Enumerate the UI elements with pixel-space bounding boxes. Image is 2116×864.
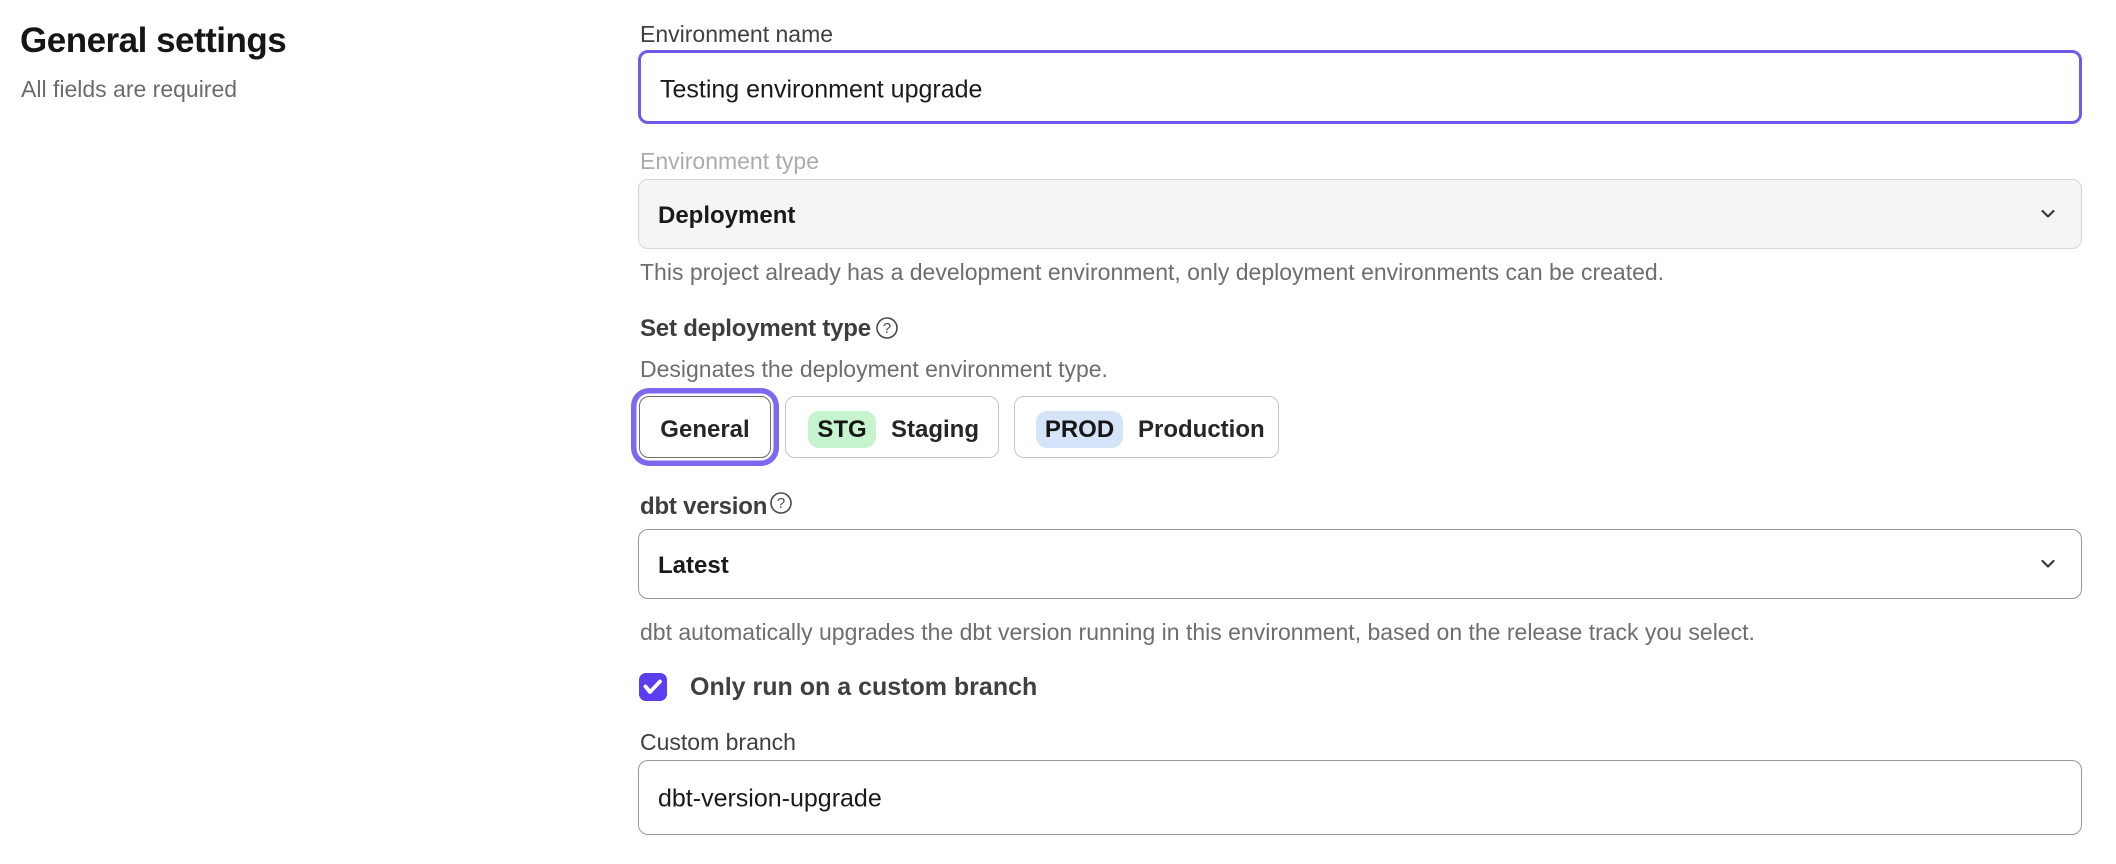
- svg-text:?: ?: [777, 495, 785, 512]
- svg-text:?: ?: [883, 320, 891, 337]
